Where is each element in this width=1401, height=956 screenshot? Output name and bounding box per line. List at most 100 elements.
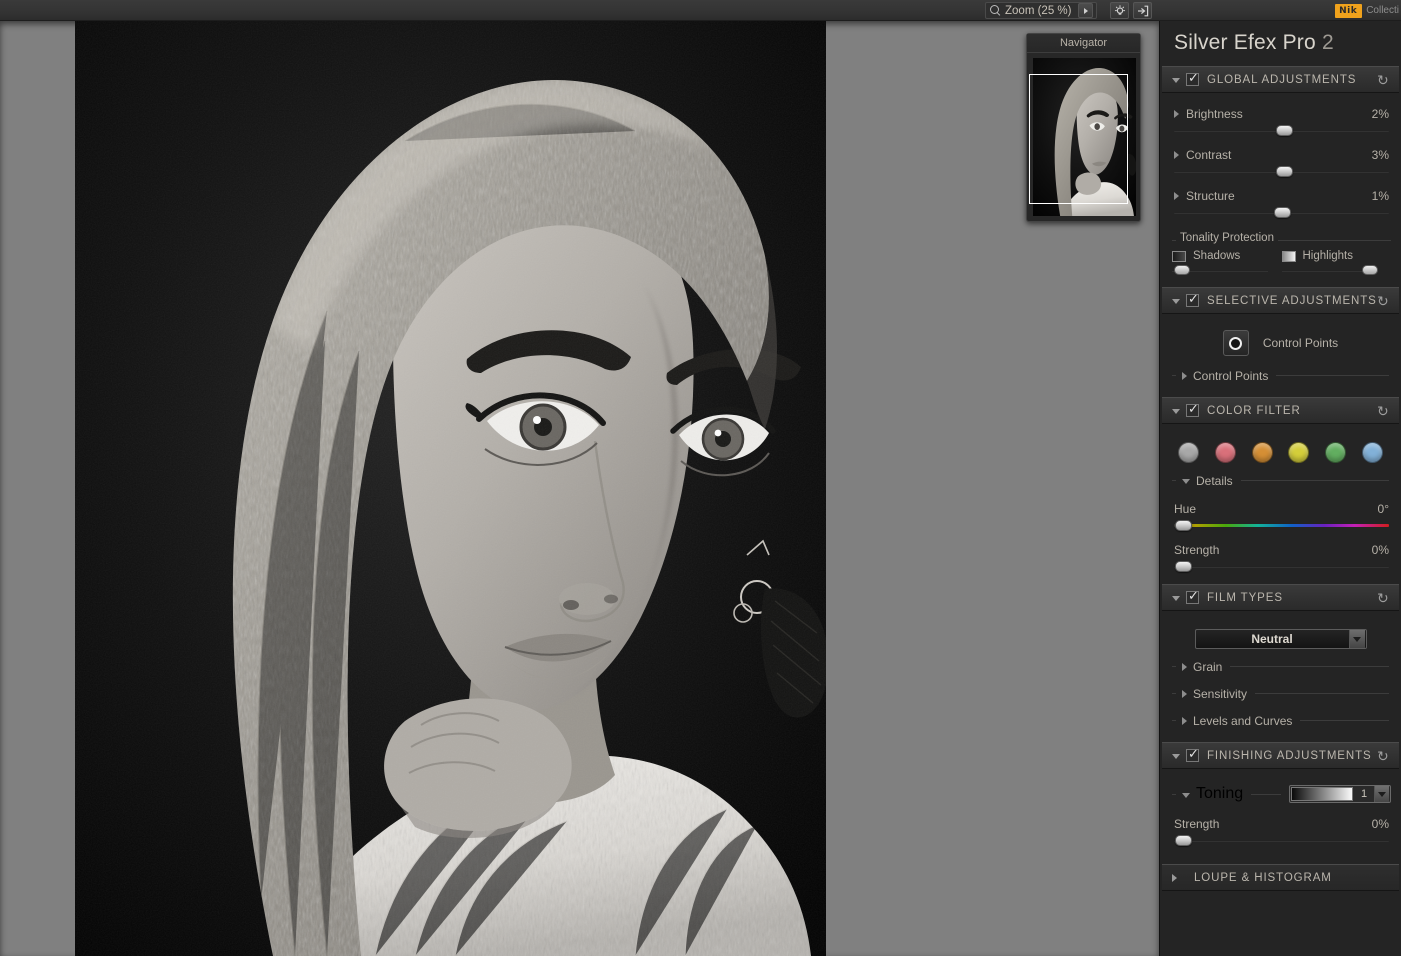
chevron-right-icon[interactable]: [1174, 151, 1179, 159]
zoom-control[interactable]: Zoom (25 %): [985, 2, 1097, 19]
divider-left: [1172, 693, 1176, 694]
chevron-down-icon[interactable]: [1182, 479, 1190, 484]
shadow-gradient-swatch: [1172, 251, 1186, 262]
slider-knob-structure[interactable]: [1274, 207, 1291, 218]
slider-label-brightness: Brightness: [1186, 107, 1372, 121]
color-swatch-orange[interactable]: [1252, 442, 1273, 463]
slider-contrast[interactable]: Contrast 3%: [1160, 140, 1401, 181]
app-version: 2: [1322, 31, 1334, 54]
chevron-right-icon[interactable]: [1182, 372, 1187, 380]
color-swatch-green[interactable]: [1325, 442, 1346, 463]
color-swatch-yellow[interactable]: [1288, 442, 1309, 463]
chevron-right-icon[interactable]: [1182, 717, 1187, 725]
chevron-down-icon[interactable]: [1172, 78, 1180, 83]
control-points-button[interactable]: [1223, 330, 1249, 356]
slider-structure[interactable]: Structure 1%: [1160, 181, 1401, 222]
slider-color-strength[interactable]: Strength 0%: [1160, 535, 1401, 576]
checkbox-color-filter[interactable]: [1186, 404, 1199, 417]
checkbox-film-types[interactable]: [1186, 591, 1199, 604]
slider-knob-hue[interactable]: [1175, 520, 1192, 531]
chevron-down-icon[interactable]: [1182, 793, 1190, 798]
chevron-down-icon[interactable]: [1172, 754, 1180, 759]
section-header-film-types[interactable]: FILM TYPES ↺: [1162, 584, 1399, 611]
section-label-loupe-histogram: LOUPE & HISTOGRAM: [1194, 872, 1332, 884]
reset-arrow-icon[interactable]: ↺: [1377, 293, 1389, 309]
reset-arrow-icon[interactable]: ↺: [1377, 748, 1389, 764]
color-swatch-red[interactable]: [1215, 442, 1236, 463]
section-header-selective-adjustments[interactable]: SELECTIVE ADJUSTMENTS ↺: [1162, 287, 1399, 314]
collapse-panel-button[interactable]: [1133, 2, 1152, 19]
chevron-down-icon[interactable]: [1172, 596, 1180, 601]
checkbox-global-adjustments[interactable]: [1186, 73, 1199, 86]
section-header-global-adjustments[interactable]: GLOBAL ADJUSTMENTS ↺: [1162, 66, 1399, 93]
slider-track-contrast[interactable]: [1174, 165, 1389, 179]
control-points-button-label: Control Points: [1263, 336, 1338, 350]
slider-track-shadows[interactable]: [1172, 264, 1268, 277]
slider-knob-brightness[interactable]: [1276, 125, 1293, 136]
section-label-color-filter: COLOR FILTER: [1207, 405, 1301, 417]
reset-arrow-icon[interactable]: ↺: [1377, 72, 1389, 88]
section-header-loupe-histogram[interactable]: LOUPE & HISTOGRAM: [1162, 864, 1399, 891]
slider-knob-toning-strength[interactable]: [1175, 835, 1192, 846]
slider-knob-contrast[interactable]: [1276, 166, 1293, 177]
toning-select[interactable]: 1: [1289, 785, 1391, 803]
chevron-down-icon[interactable]: [1172, 299, 1180, 304]
slider-track-color-strength[interactable]: [1174, 560, 1389, 574]
tonality-shadows[interactable]: Shadows: [1172, 250, 1282, 277]
slider-value-structure: 1%: [1372, 189, 1389, 203]
image-canvas[interactable]: [0, 21, 1159, 956]
film-type-select[interactable]: Neutral: [1195, 629, 1367, 649]
color-swatch-neutral[interactable]: [1178, 442, 1199, 463]
tonality-highlights[interactable]: Highlights: [1282, 250, 1392, 277]
reset-arrow-icon[interactable]: ↺: [1377, 590, 1389, 606]
caret-down-icon: [1378, 792, 1386, 797]
row-levels-and-curves[interactable]: Levels and Curves: [1160, 707, 1401, 734]
chevron-right-icon[interactable]: [1174, 192, 1179, 200]
film-type-dropdown-button[interactable]: [1349, 630, 1365, 648]
row-control-points[interactable]: Control Points: [1160, 362, 1401, 389]
chevron-down-icon[interactable]: [1172, 409, 1180, 414]
slider-brightness[interactable]: Brightness 2%: [1160, 99, 1401, 140]
slider-knob-highlights[interactable]: [1362, 265, 1378, 275]
slider-track-toning-strength[interactable]: [1174, 834, 1389, 848]
row-toning[interactable]: Toning 1: [1160, 779, 1401, 809]
row-sensitivity[interactable]: Sensitivity: [1160, 680, 1401, 707]
caret-down-icon: [1353, 637, 1361, 642]
row-details[interactable]: Details: [1160, 467, 1401, 494]
slider-hue[interactable]: Hue 0°: [1160, 494, 1401, 535]
slider-knob-color-strength[interactable]: [1175, 561, 1192, 572]
row-grain[interactable]: Grain: [1160, 653, 1401, 680]
slider-label-color-strength: Strength: [1174, 543, 1372, 557]
navigator-thumbnail[interactable]: [1033, 58, 1136, 216]
chevron-right-icon[interactable]: [1172, 874, 1177, 882]
checkbox-finishing-adjustments[interactable]: [1186, 749, 1199, 762]
slider-track-structure[interactable]: [1174, 206, 1389, 220]
highlight-clipping-button[interactable]: [1110, 2, 1129, 19]
chevron-right-icon[interactable]: [1174, 110, 1179, 118]
divider-left: [1172, 666, 1176, 667]
reset-arrow-icon[interactable]: ↺: [1377, 403, 1389, 419]
divider-left: [1172, 720, 1176, 721]
chevron-right-icon[interactable]: [1182, 690, 1187, 698]
photo-preview[interactable]: [75, 21, 826, 956]
section-body-selective-adjustments: Control Points Control Points: [1160, 314, 1401, 397]
slider-track-highlights[interactable]: [1282, 264, 1378, 277]
checkbox-selective-adjustments[interactable]: [1186, 294, 1199, 307]
slider-track-brightness[interactable]: [1174, 124, 1389, 138]
chevron-right-icon[interactable]: [1182, 663, 1187, 671]
row-label-details: Details: [1196, 474, 1233, 488]
section-header-color-filter[interactable]: COLOR FILTER ↺: [1162, 397, 1399, 424]
section-label-global-adjustments: GLOBAL ADJUSTMENTS: [1207, 74, 1356, 86]
zoom-dropdown-button[interactable]: [1078, 3, 1093, 18]
slider-toning-strength[interactable]: Strength 0%: [1160, 809, 1401, 850]
color-swatch-blue[interactable]: [1362, 442, 1383, 463]
search-icon: [990, 5, 1001, 16]
divider-right: [1241, 480, 1389, 481]
toning-dropdown-button[interactable]: [1374, 786, 1389, 802]
slider-knob-shadows[interactable]: [1174, 265, 1190, 275]
label-highlights: Highlights: [1303, 250, 1354, 262]
navigator-panel[interactable]: Navigator: [1026, 33, 1141, 222]
section-body-film-types: Neutral Grain Sensitivity: [1160, 611, 1401, 742]
slider-track-hue[interactable]: [1174, 519, 1389, 533]
section-header-finishing-adjustments[interactable]: FINISHING ADJUSTMENTS ↺: [1162, 742, 1399, 769]
